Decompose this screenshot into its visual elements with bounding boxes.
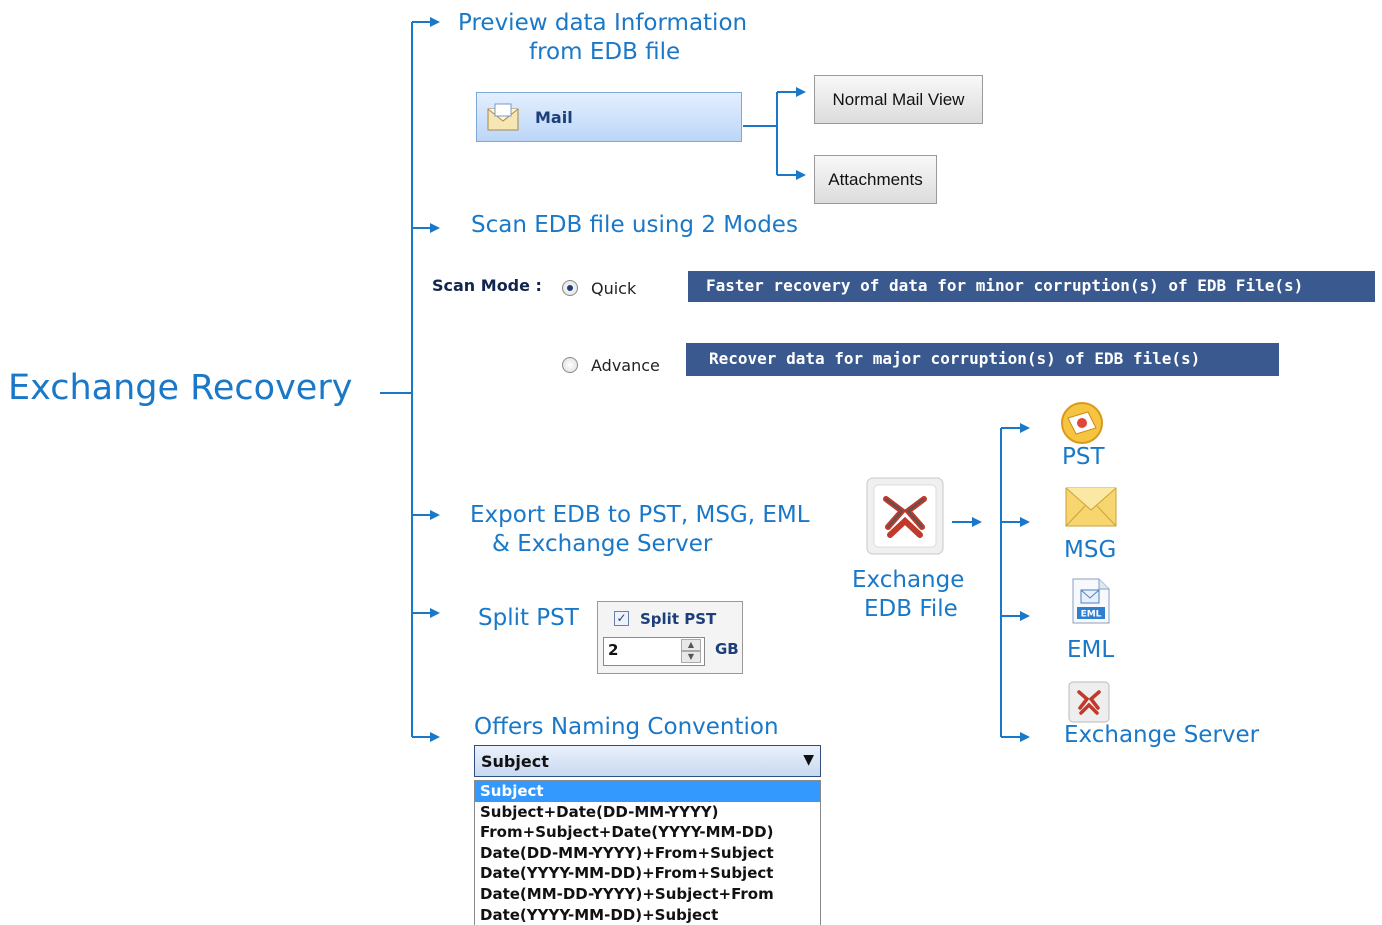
quick-radio-label: Quick	[591, 279, 637, 298]
naming-option[interactable]: Date(DD-MM-YYYY)+From+Subject	[475, 843, 820, 864]
stepper-down-icon[interactable]: ▼	[681, 651, 701, 663]
scan-mode-label: Scan Mode :	[432, 276, 542, 295]
chevron-down-icon[interactable]: ▼	[803, 752, 814, 768]
split-pst-panel: ✓ Split PST 2 ▲ ▼ GB	[597, 601, 743, 674]
quick-mode-description: Faster recovery of data for minor corrup…	[688, 271, 1375, 302]
naming-title: Offers Naming Convention	[474, 714, 779, 740]
naming-convention-select[interactable]: Subject ▼	[474, 745, 821, 777]
eml-file-icon: EML	[1072, 578, 1110, 624]
outlook-pst-icon	[1061, 402, 1103, 444]
eml-label: EML	[1067, 637, 1115, 663]
mail-envelope-icon	[487, 103, 519, 131]
export-title-line1: Export EDB to PST, MSG, EML	[470, 502, 810, 528]
exchange-server-icon	[1068, 681, 1110, 723]
naming-options-list: Subject Subject+Date(DD-MM-YYYY) From+Su…	[474, 780, 821, 925]
split-pst-checkbox[interactable]: ✓	[614, 611, 629, 626]
scan-title: Scan EDB file using 2 Modes	[471, 212, 798, 238]
exchange-edb-label-line1: Exchange	[852, 567, 965, 593]
naming-option[interactable]: From+Subject+Date(YYYY-MM-DD)	[475, 822, 820, 843]
export-title-line2: & Exchange Server	[492, 531, 713, 557]
pst-label: PST	[1062, 444, 1105, 470]
radio-selected-dot	[567, 285, 573, 291]
quick-radio[interactable]	[562, 280, 578, 296]
naming-option[interactable]: Subject	[475, 781, 820, 802]
exchange-edb-label-line2: EDB File	[864, 596, 958, 622]
msg-label: MSG	[1064, 537, 1117, 563]
preview-title-line1: Preview data Information	[458, 10, 748, 36]
advance-radio[interactable]	[562, 357, 578, 373]
split-pst-checkbox-label: Split PST	[640, 610, 717, 628]
exchange-logo-icon	[866, 477, 944, 555]
advance-radio-label: Advance	[591, 356, 660, 375]
mail-folder-item[interactable]: Mail	[476, 92, 742, 142]
preview-title-line2: from EDB file	[529, 39, 681, 65]
stepper-up-icon[interactable]: ▲	[681, 639, 701, 651]
advance-mode-description: Recover data for major corruption(s) of …	[686, 343, 1279, 376]
envelope-icon	[1065, 487, 1117, 527]
naming-option[interactable]: Date(YYYY-MM-DD)+Subject	[475, 905, 820, 925]
exchange-server-label: Exchange Server	[1064, 722, 1260, 748]
naming-selected-value: Subject	[481, 752, 549, 771]
naming-option[interactable]: Date(MM-DD-YYYY)+Subject+From	[475, 884, 820, 905]
root-title: Exchange Recovery	[8, 368, 353, 408]
split-size-stepper[interactable]: ▲ ▼	[681, 639, 701, 664]
mail-label: Mail	[535, 108, 573, 127]
naming-option[interactable]: Date(YYYY-MM-DD)+From+Subject	[475, 863, 820, 884]
svg-text:EML: EML	[1081, 610, 1102, 620]
normal-mail-view-button[interactable]: Normal Mail View	[814, 75, 983, 124]
split-size-unit: GB	[715, 640, 739, 658]
split-title: Split PST	[478, 605, 579, 631]
attachments-button[interactable]: Attachments	[814, 155, 937, 204]
naming-option[interactable]: Subject+Date(DD-MM-YYYY)	[475, 802, 820, 823]
